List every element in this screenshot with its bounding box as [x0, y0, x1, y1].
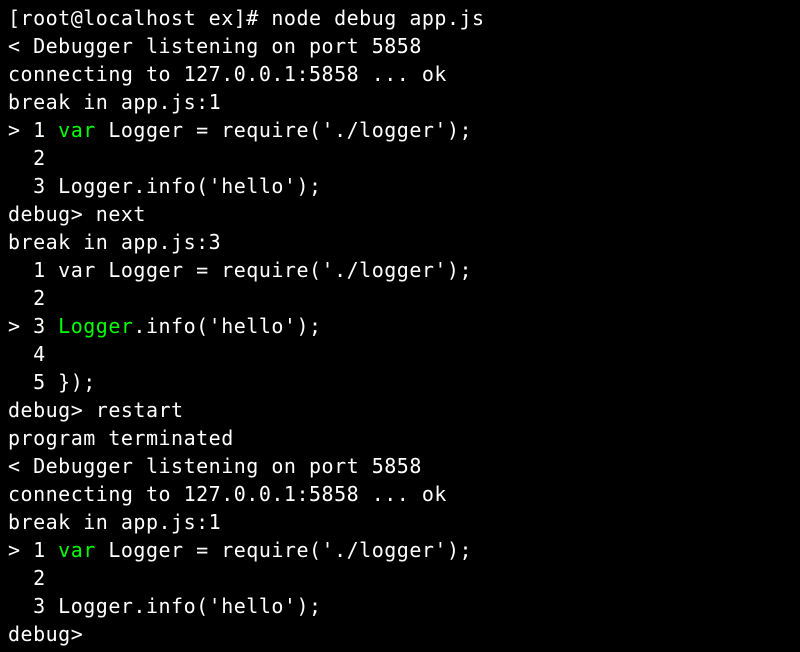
debug-prompt-line: debug>: [8, 620, 792, 648]
debug-prompt-line: debug> next: [8, 200, 792, 228]
code-line-current: > 3 Logger.info('hello');: [8, 312, 792, 340]
keyword-highlight: Logger: [58, 314, 133, 338]
keyword-highlight: var: [58, 118, 96, 142]
output-line: break in app.js:1: [8, 508, 792, 536]
output-line: < Debugger listening on port 5858: [8, 452, 792, 480]
code-line: 2: [8, 564, 792, 592]
output-line: program terminated: [8, 424, 792, 452]
code-line: 4: [8, 340, 792, 368]
output-line: connecting to 127.0.0.1:5858 ... ok: [8, 60, 792, 88]
output-line: connecting to 127.0.0.1:5858 ... ok: [8, 480, 792, 508]
output-line: break in app.js:3: [8, 228, 792, 256]
code-line: 3 Logger.info('hello');: [8, 592, 792, 620]
shell-command: node debug app.js: [271, 4, 484, 32]
code-line: 3 Logger.info('hello');: [8, 172, 792, 200]
code-line: 2: [8, 144, 792, 172]
terminal-output[interactable]: [root@localhost ex]# node debug app.js <…: [8, 4, 792, 648]
debug-prompt-line: debug> restart: [8, 396, 792, 424]
code-line-current: > 1 var Logger = require('./logger');: [8, 536, 792, 564]
output-line: break in app.js:1: [8, 88, 792, 116]
code-line: 1 var Logger = require('./logger');: [8, 256, 792, 284]
shell-prompt-line: [root@localhost ex]# node debug app.js: [8, 4, 792, 32]
shell-prompt: [root@localhost ex]#: [8, 4, 271, 32]
keyword-highlight: var: [58, 538, 96, 562]
code-line: 5 });: [8, 368, 792, 396]
code-line-current: > 1 var Logger = require('./logger');: [8, 116, 792, 144]
output-line: < Debugger listening on port 5858: [8, 32, 792, 60]
code-line: 2: [8, 284, 792, 312]
